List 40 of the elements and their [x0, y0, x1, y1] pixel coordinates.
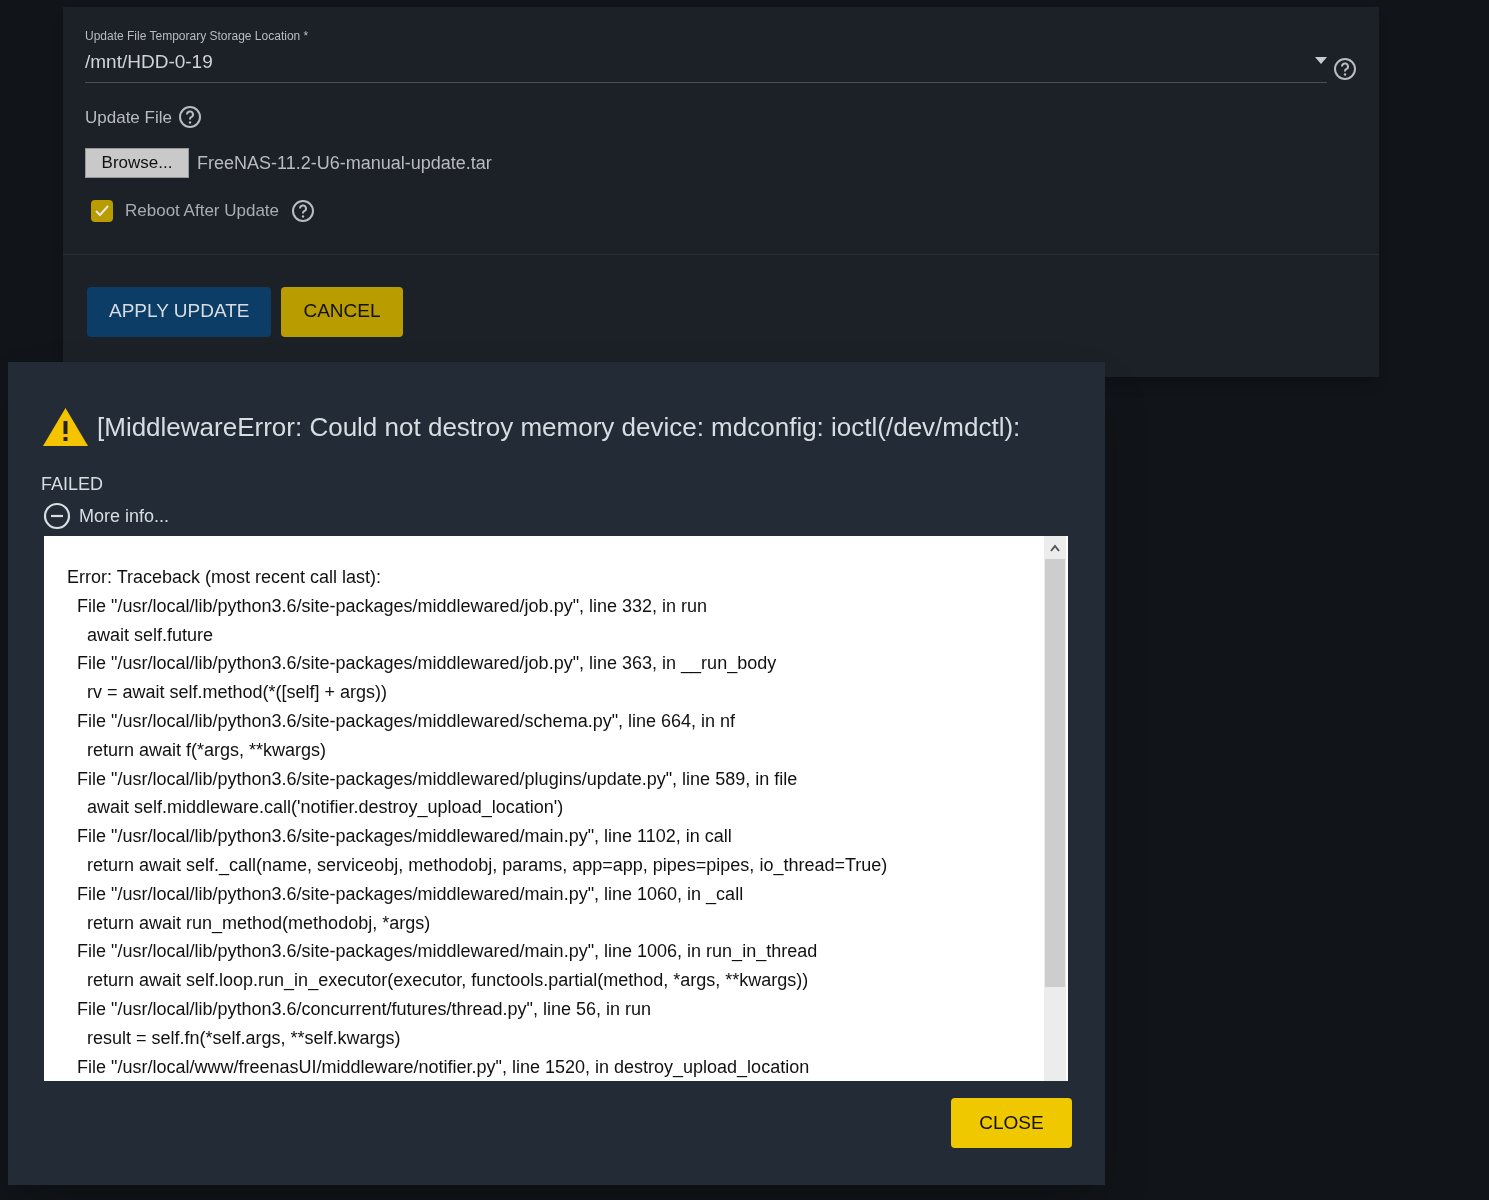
scrollbar[interactable] — [1044, 536, 1066, 1081]
traceback-line: return await run_method(methodobj, *args) — [86, 911, 431, 936]
traceback-line: return await self._call(name, serviceobj, methodobj, params, app=app, pipes=pipes, io_thread=True) — [86, 853, 888, 878]
traceback-line: rv = await self.method(*([self] + args)) — [86, 681, 388, 705]
traceback-line: File "/usr/local/lib/python3.6/concurrent/futures/thread.py", line 56, in run — [76, 997, 652, 1021]
scroll-up-icon[interactable] — [1050, 544, 1060, 552]
help-icon[interactable] — [1333, 56, 1357, 81]
help-icon[interactable] — [177, 105, 202, 130]
checkbox-label: Reboot After Update — [125, 200, 280, 222]
traceback-line: File "/usr/local/lib/python3.6/site-packages/middlewared/job.py", line 363, in __run_body — [76, 652, 777, 676]
traceback-line: return await self.loop.run_in_executor(executor, functools.partial(method, *args, **kwargs)) — [86, 969, 809, 993]
traceback-line: return await f(*args, **kwargs) — [86, 738, 327, 762]
checkbox[interactable] — [91, 199, 113, 222]
cancel-button[interactable]: CANCEL — [281, 286, 403, 337]
traceback-line: File "/usr/local/lib/python3.6/site-packages/middlewared/schema.py", line 664, in nf — [76, 710, 736, 733]
warning-icon — [42, 407, 89, 447]
more-info-toggle[interactable]: More info... — [43, 502, 170, 530]
storage-location-field[interactable]: Update File Temporary Storage Location * /mnt/HDD-0-19 — [85, 27, 1327, 83]
traceback-line: File "/usr/local/lib/python3.6/site-packages/middlewared/plugins/update.py", line 589, in file — [76, 767, 798, 791]
file-name: FreeNAS-11.2-U6-manual-update.tar — [197, 151, 492, 175]
traceback-line: File "/usr/local/lib/python3.6/site-packages/middlewared/main.py", line 1102, in call — [76, 825, 732, 849]
traceback-line: File "/usr/local/www/freenasUI/middleware/notifier.py", line 1520, in destroy_upload_location — [76, 1055, 810, 1080]
status-text: FAILED — [41, 473, 105, 496]
traceback-line: File "/usr/local/lib/python3.6/site-packages/middlewared/job.py", line 332, in run — [76, 594, 708, 618]
traceback-line: File "/usr/local/lib/python3.6/site-packages/middlewared/main.py", line 1006, in run_in_thread — [76, 940, 818, 964]
dialog-title: [MiddlewareError: Could not destroy memory device: mdconfig: ioctl(/dev/mdctl): — [97, 410, 1021, 444]
traceback-line: await self.middleware.call('notifier.destroy_upload_location') — [86, 796, 564, 820]
close-button[interactable]: CLOSE — [951, 1098, 1072, 1148]
dropdown-caret-icon — [1315, 57, 1327, 65]
traceback-line: await self.future — [86, 623, 214, 647]
field-value: /mnt/HDD-0-19 — [85, 50, 213, 74]
field-label: Update File Temporary Storage Location * — [85, 28, 310, 45]
traceback-line: Error: Traceback (most recent call last): — [67, 566, 382, 589]
browse-button[interactable]: Browse... — [85, 148, 189, 178]
minus-circle-icon — [43, 502, 71, 530]
traceback-line: result = self.fn(*self.args, **self.kwargs) — [86, 1026, 401, 1050]
update-file-label: Update File — [85, 106, 172, 129]
help-icon[interactable] — [291, 198, 316, 223]
traceback-line: File "/usr/local/lib/python3.6/site-packages/middlewared/main.py", line 1060, in _call — [76, 882, 744, 907]
apply-update-button[interactable]: APPLY UPDATE — [87, 286, 272, 337]
